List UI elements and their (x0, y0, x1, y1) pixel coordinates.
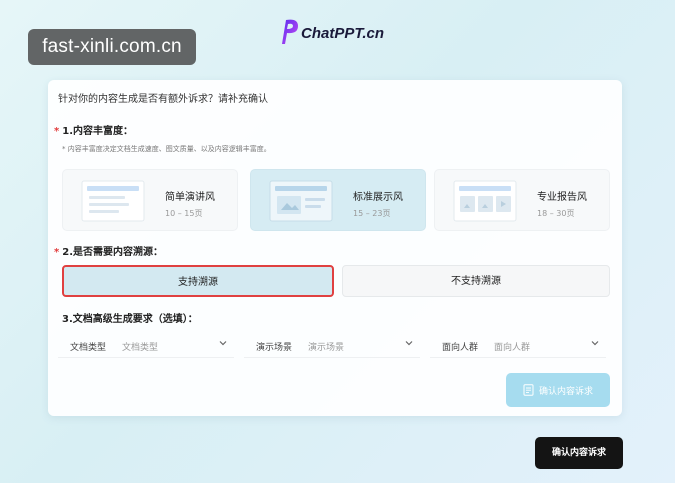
richness-hint: * 内容丰富度决定文档生成速度、图文质量、以及内容逻辑丰富度。 (62, 145, 271, 153)
chevron-down-icon (219, 341, 227, 346)
support-trace-button[interactable]: 支持溯源 (62, 265, 334, 297)
no-trace-button[interactable]: 不支持溯源 (342, 265, 610, 297)
chevron-down-icon (405, 341, 413, 346)
select-label: 演示场景 (256, 343, 293, 353)
option-range: 18 – 30页 (537, 209, 575, 218)
select-placeholder: 演示场景 (308, 343, 345, 353)
question-title: 针对你的内容生成是否有额外诉求？请补充确认 (58, 94, 268, 105)
option-standard-display[interactable]: 标准展示风 15 – 23页 (250, 169, 426, 231)
select-placeholder: 文档类型 (122, 343, 159, 353)
standard-layout-icon (269, 180, 333, 222)
option-name: 标准展示风 (353, 192, 403, 203)
simple-layout-icon (81, 180, 145, 222)
watermark: fast-xinli.com.cn (28, 29, 196, 65)
select-label: 文档类型 (70, 343, 107, 353)
requirements-card: 针对你的内容生成是否有额外诉求？请补充确认 * 1.内容丰富度： * 内容丰富度决… (48, 80, 622, 416)
confirm-inner-label: 确认内容诉求 (538, 386, 593, 397)
scenario-select[interactable]: 演示场景 演示场景 (244, 334, 420, 358)
logo-text: ChatPPT.cn (301, 24, 385, 42)
confirm-requirements-button[interactable]: 确认内容诉求 (535, 437, 623, 469)
required-mark: * (54, 126, 60, 137)
select-placeholder: 面向人群 (494, 343, 531, 353)
section-advanced-title: 3.文档高级生成要求（选填）： (62, 314, 198, 325)
chevron-down-icon (591, 341, 599, 346)
select-label: 面向人群 (442, 343, 479, 353)
confirm-requirements-inner-button[interactable]: 确认内容诉求 (506, 373, 610, 407)
chatppt-logo: ChatPPT.cn (278, 16, 384, 46)
doc-type-select[interactable]: 文档类型 文档类型 (58, 334, 234, 358)
report-layout-icon (453, 180, 517, 222)
audience-select[interactable]: 面向人群 面向人群 (430, 334, 606, 358)
option-simple-speech[interactable]: 简单演讲风 10 – 15页 (62, 169, 238, 231)
logo-p-icon (282, 19, 298, 44)
section-richness-title: * 1.内容丰富度： (54, 126, 133, 137)
document-icon (523, 384, 534, 396)
required-mark: * (54, 247, 60, 258)
option-name: 专业报告风 (537, 192, 587, 203)
option-professional-report[interactable]: 专业报告风 18 – 30页 (434, 169, 610, 231)
option-range: 15 – 23页 (353, 209, 391, 218)
option-name: 简单演讲风 (165, 192, 215, 203)
section-trace-title: * 2.是否需要内容溯源： (54, 247, 163, 258)
option-range: 10 – 15页 (165, 209, 203, 218)
